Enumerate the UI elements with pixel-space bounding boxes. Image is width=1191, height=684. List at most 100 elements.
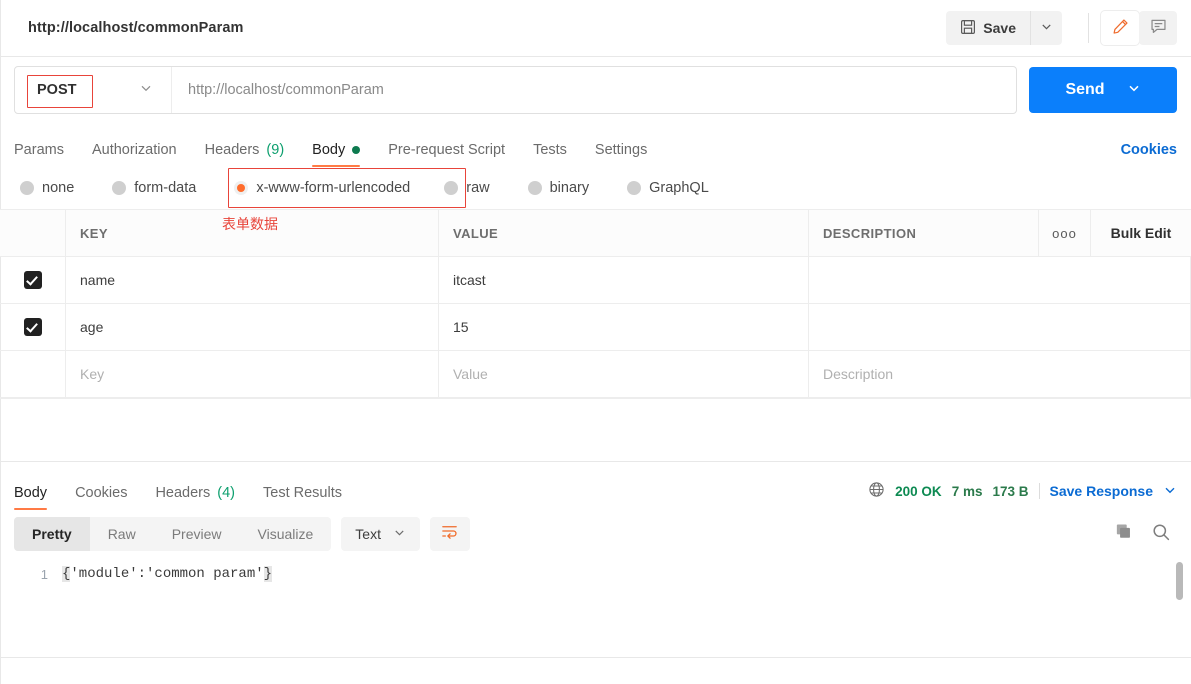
tab-headers[interactable]: Headers (9) (205, 142, 285, 167)
url-input[interactable] (172, 67, 1016, 113)
new-key-input[interactable]: Key (66, 351, 439, 397)
radio-label: binary (549, 180, 590, 196)
response-type-label: Text (355, 526, 381, 542)
method-caret[interactable] (139, 81, 153, 100)
new-description-input[interactable]: Description (809, 351, 1191, 397)
close-brace: } (263, 566, 273, 582)
status-divider (1038, 483, 1040, 499)
row-checkbox[interactable] (23, 318, 42, 336)
row-checkbox-cell (0, 304, 66, 350)
tab-tests[interactable]: Tests (533, 142, 567, 167)
radio-label: none (42, 180, 75, 196)
tab-label: Authorization (91, 142, 177, 158)
header-check-cell (0, 210, 66, 256)
response-status-area: 200 OK 7 ms 173 B Save Response (868, 481, 1177, 510)
view-raw[interactable]: Raw (90, 517, 154, 551)
response-view-segment: Pretty Raw Preview Visualize (14, 517, 332, 551)
search-icon[interactable] (1151, 522, 1171, 547)
response-tab-headers[interactable]: Headers (4) (155, 485, 235, 510)
response-scrollbar[interactable] (1176, 562, 1183, 650)
header-description-cell: DESCRIPTION (809, 210, 1039, 256)
row-value-cell[interactable]: 15 (439, 304, 809, 350)
response-size: 173 B (992, 483, 1029, 499)
row-key-cell[interactable]: age (66, 304, 439, 350)
table-row: age 15 (0, 304, 1191, 351)
line-number: 1 (40, 567, 48, 582)
body-type-radio-row: none form-data x-www-form-urlencoded raw… (0, 167, 1191, 209)
row-value-cell[interactable]: itcast (439, 257, 809, 303)
toolbar-divider (1088, 13, 1089, 43)
radio-icon-selected (234, 181, 249, 195)
row-checkbox[interactable] (23, 271, 42, 289)
radio-label: form-data (134, 180, 197, 196)
table-row-empty: Key Value Description (0, 351, 1191, 398)
more-options-icon: ooo (1052, 225, 1077, 241)
response-scrollbar-thumb[interactable] (1176, 562, 1183, 600)
request-tabs: Params Authorization Headers (9) Body Pr… (0, 123, 1191, 167)
table-options-button[interactable]: ooo (1039, 210, 1091, 256)
url-bar: POST Send (0, 57, 1191, 123)
radio-icon (627, 181, 642, 195)
chevron-down-icon[interactable] (1163, 483, 1177, 500)
row-key-cell[interactable]: name (66, 257, 439, 303)
chevron-down-icon (1040, 20, 1053, 36)
tab-authorization[interactable]: Authorization (92, 142, 177, 167)
radio-icon (20, 181, 34, 195)
column-header-value: VALUE (453, 225, 499, 241)
view-pretty[interactable]: Pretty (14, 517, 90, 551)
view-preview[interactable]: Preview (154, 517, 240, 551)
bottom-divider (0, 657, 1191, 658)
header-value-cell: VALUE (439, 210, 809, 256)
comment-request-button[interactable] (1139, 11, 1177, 45)
tab-body[interactable]: Body (312, 142, 361, 167)
table-header-row: KEY VALUE DESCRIPTION ooo Bulk Edit (0, 210, 1191, 257)
response-type-selector[interactable]: Text (341, 517, 420, 551)
body-type-binary[interactable]: binary (522, 175, 596, 201)
body-type-x-www-form-urlencoded[interactable]: x-www-form-urlencoded (228, 175, 416, 201)
tab-label: Headers (204, 142, 260, 158)
response-headers-count-badge: (4) (217, 485, 235, 501)
row-description-cell[interactable] (809, 304, 1191, 350)
copy-icon[interactable] (1114, 522, 1133, 546)
body-type-graphql[interactable]: GraphQL (621, 175, 715, 201)
tab-settings[interactable]: Settings (595, 142, 647, 167)
bulk-edit-button[interactable]: Bulk Edit (1091, 210, 1191, 256)
body-present-dot-icon (352, 146, 361, 154)
save-button[interactable]: Save (946, 11, 1030, 45)
annotation-form-data-note: 表单数据 (222, 217, 278, 233)
globe-icon (868, 481, 885, 501)
response-time: 7 ms (951, 483, 983, 499)
tab-params[interactable]: Params (14, 142, 64, 167)
tab-label: Body (14, 485, 48, 501)
response-code-content[interactable]: {'module':'common param'} (62, 566, 273, 582)
tab-pre-request-script[interactable]: Pre-request Script (388, 142, 505, 167)
method-selector[interactable]: POST (15, 67, 172, 113)
save-dropdown-button[interactable] (1030, 11, 1062, 45)
body-type-raw[interactable]: raw (438, 175, 495, 201)
cookies-link[interactable]: Cookies (1121, 142, 1177, 167)
word-wrap-button[interactable] (429, 517, 470, 551)
body-type-none[interactable]: none (14, 175, 80, 201)
send-button[interactable]: Send (1029, 67, 1177, 113)
save-response-button[interactable]: Save Response (1050, 483, 1154, 499)
save-button-group: Save (946, 11, 1062, 45)
edit-request-button[interactable] (1101, 11, 1139, 45)
response-tab-cookies[interactable]: Cookies (75, 485, 127, 510)
radio-icon (527, 181, 542, 195)
row-checkbox-cell (0, 257, 66, 303)
response-tab-test-results[interactable]: Test Results (263, 485, 342, 510)
new-value-input[interactable]: Value (439, 351, 809, 397)
comment-icon (1149, 17, 1168, 39)
view-visualize[interactable]: Visualize (240, 517, 332, 551)
radio-icon (112, 181, 127, 195)
tab-label: Headers (155, 485, 211, 501)
row-description-cell[interactable] (809, 257, 1191, 303)
save-button-label: Save (983, 20, 1016, 36)
request-response-spacer (0, 399, 1191, 462)
send-button-label: Send (1065, 81, 1105, 98)
body-type-form-data[interactable]: form-data (106, 175, 202, 201)
pencil-icon (1111, 17, 1130, 39)
chevron-down-icon (139, 81, 153, 100)
request-topbar: http://localhost/commonParam Save (0, 0, 1191, 57)
response-tab-body[interactable]: Body (14, 485, 48, 510)
